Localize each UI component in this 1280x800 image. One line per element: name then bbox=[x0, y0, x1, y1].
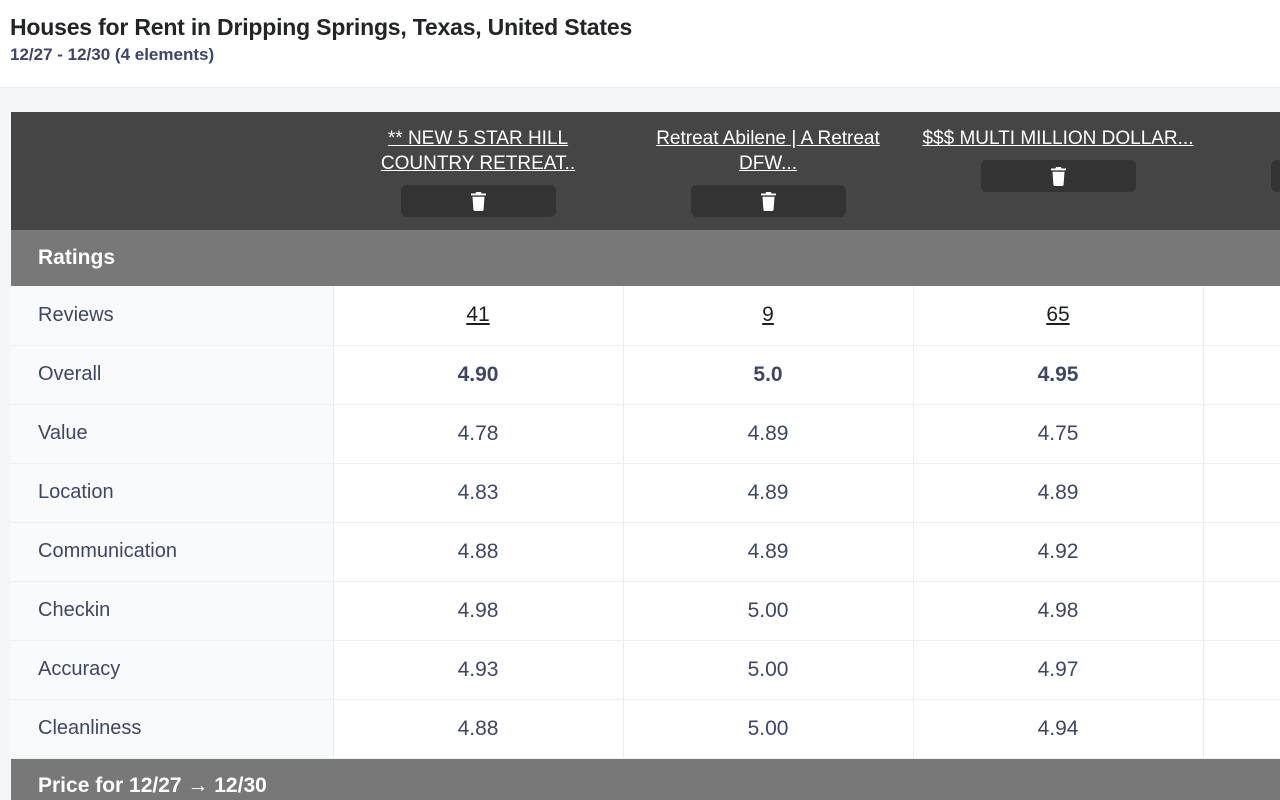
trash-icon bbox=[470, 191, 487, 211]
section-title-ratings: Ratings bbox=[11, 230, 333, 286]
cell-cleanliness-2: 5.00 bbox=[623, 699, 914, 759]
section-spacer bbox=[913, 758, 1203, 800]
cell-checkin-2: 5.00 bbox=[623, 581, 914, 641]
table-scroll-container[interactable]: ** NEW 5 STAR HILL COUNTRY RETREAT.. Ret… bbox=[11, 112, 1280, 800]
cell-checkin-4 bbox=[1203, 581, 1280, 641]
table-row: Checkin 4.98 5.00 4.98 bbox=[11, 581, 1280, 641]
listing-header-row: ** NEW 5 STAR HILL COUNTRY RETREAT.. Ret… bbox=[11, 112, 1280, 230]
listing-link-3[interactable]: $$$ MULTI MILLION DOLLAR... bbox=[921, 126, 1195, 151]
section-spacer bbox=[623, 230, 913, 286]
cell-reviews-3: 65 bbox=[913, 286, 1204, 346]
cell-overall-4 bbox=[1203, 345, 1280, 405]
row-label-communication: Communication bbox=[11, 522, 334, 582]
cell-accuracy-2: 5.00 bbox=[623, 640, 914, 700]
trash-icon bbox=[760, 191, 777, 211]
cell-accuracy-3: 4.97 bbox=[913, 640, 1204, 700]
cell-communication-3: 4.92 bbox=[913, 522, 1204, 582]
cell-value-3: 4.75 bbox=[913, 404, 1204, 464]
listing-link-2[interactable]: Retreat Abilene | A Retreat DFW... bbox=[631, 126, 905, 176]
table-body-area: ** NEW 5 STAR HILL COUNTRY RETREAT.. Ret… bbox=[0, 88, 1280, 800]
table-row: Communication 4.88 4.89 4.92 bbox=[11, 522, 1280, 582]
row-label-value: Value bbox=[11, 404, 334, 464]
cell-cleanliness-3: 4.94 bbox=[913, 699, 1204, 759]
table-row: Accuracy 4.93 5.00 4.97 bbox=[11, 640, 1280, 700]
section-spacer bbox=[333, 758, 623, 800]
cell-checkin-3: 4.98 bbox=[913, 581, 1204, 641]
listing-header-3: $$$ MULTI MILLION DOLLAR... bbox=[913, 112, 1203, 230]
section-spacer bbox=[333, 230, 623, 286]
cell-reviews-4 bbox=[1203, 286, 1280, 346]
cell-value-1: 4.78 bbox=[333, 404, 624, 464]
cell-cleanliness-4 bbox=[1203, 699, 1280, 759]
section-spacer bbox=[623, 758, 913, 800]
table-row: Cleanliness 4.88 5.00 4.94 bbox=[11, 699, 1280, 759]
page-title: Houses for Rent in Dripping Springs, Tex… bbox=[10, 14, 633, 40]
cell-location-3: 4.89 bbox=[913, 463, 1204, 523]
table-row: Reviews 41 9 65 bbox=[11, 286, 1280, 346]
page-header: Houses for Rent in Dripping Springs, Tex… bbox=[0, 0, 1280, 88]
cell-communication-1: 4.88 bbox=[333, 522, 624, 582]
comparison-table: ** NEW 5 STAR HILL COUNTRY RETREAT.. Ret… bbox=[11, 112, 1280, 800]
cell-value-2: 4.89 bbox=[623, 404, 914, 464]
cell-overall-2: 5.0 bbox=[623, 345, 914, 405]
table-row: Value 4.78 4.89 4.75 bbox=[11, 404, 1280, 464]
listing-header-2: Retreat Abilene | A Retreat DFW... bbox=[623, 112, 913, 230]
reviews-link-1[interactable]: 41 bbox=[466, 303, 489, 326]
row-label-accuracy: Accuracy bbox=[11, 640, 334, 700]
cell-overall-1: 4.90 bbox=[333, 345, 624, 405]
row-label-location: Location bbox=[11, 463, 334, 523]
listing-link-1[interactable]: ** NEW 5 STAR HILL COUNTRY RETREAT.. bbox=[341, 126, 615, 176]
cell-cleanliness-1: 4.88 bbox=[333, 699, 624, 759]
cell-checkin-1: 4.98 bbox=[333, 581, 624, 641]
cell-communication-4 bbox=[1203, 522, 1280, 582]
delete-listing-button-3[interactable] bbox=[980, 160, 1136, 192]
table-row: Overall 4.90 5.0 4.95 bbox=[11, 345, 1280, 405]
delete-listing-button-4[interactable] bbox=[1270, 160, 1280, 192]
listing-header-4: Vo Poo bbox=[1203, 112, 1280, 230]
table-head: ** NEW 5 STAR HILL COUNTRY RETREAT.. Ret… bbox=[11, 112, 1280, 230]
row-label-reviews: Reviews bbox=[11, 286, 334, 346]
header-corner-cell bbox=[11, 112, 333, 230]
reviews-link-2[interactable]: 9 bbox=[762, 303, 774, 326]
cell-communication-2: 4.89 bbox=[623, 522, 914, 582]
cell-value-4 bbox=[1203, 404, 1280, 464]
cell-location-4 bbox=[1203, 463, 1280, 523]
section-spacer bbox=[1203, 230, 1280, 286]
listing-header-1: ** NEW 5 STAR HILL COUNTRY RETREAT.. bbox=[333, 112, 623, 230]
reviews-link-3[interactable]: 65 bbox=[1046, 303, 1069, 326]
section-title-price: Price for 12/27 → 12/30 bbox=[11, 758, 333, 800]
section-spacer bbox=[1203, 758, 1280, 800]
cell-overall-3: 4.95 bbox=[913, 345, 1204, 405]
cell-accuracy-1: 4.93 bbox=[333, 640, 624, 700]
listing-link-4[interactable]: Vo Poo bbox=[1211, 126, 1280, 151]
trash-icon bbox=[1050, 166, 1067, 186]
cell-reviews-2: 9 bbox=[623, 286, 914, 346]
section-spacer bbox=[913, 230, 1203, 286]
cell-location-1: 4.83 bbox=[333, 463, 624, 523]
delete-listing-button-1[interactable] bbox=[400, 185, 556, 217]
table-row: Location 4.83 4.89 4.89 bbox=[11, 463, 1280, 523]
page-subtitle: 12/27 - 12/30 (4 elements) bbox=[10, 45, 215, 64]
section-header-price: Price for 12/27 → 12/30 bbox=[11, 758, 1280, 800]
cell-accuracy-4 bbox=[1203, 640, 1280, 700]
cell-reviews-1: 41 bbox=[333, 286, 624, 346]
row-label-checkin: Checkin bbox=[11, 581, 334, 641]
row-label-overall: Overall bbox=[11, 345, 334, 405]
table-body: Ratings Reviews 41 9 65 Overall 4.90 5.0… bbox=[11, 230, 1280, 800]
delete-listing-button-2[interactable] bbox=[690, 185, 846, 217]
section-header-ratings: Ratings bbox=[11, 230, 1280, 286]
row-label-cleanliness: Cleanliness bbox=[11, 699, 334, 759]
cell-location-2: 4.89 bbox=[623, 463, 914, 523]
